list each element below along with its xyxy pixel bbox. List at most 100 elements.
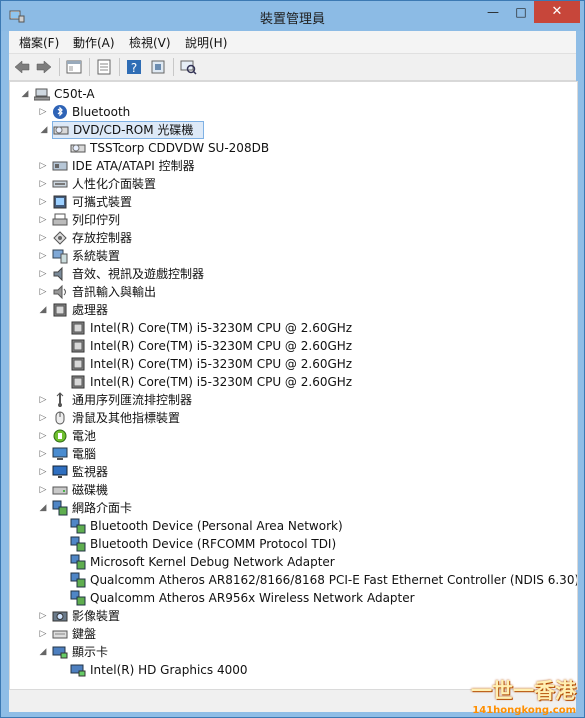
tree-device[interactable]: Intel(R) Core(TM) i5-3230M CPU @ 2.60GHz: [10, 355, 570, 373]
tree-category[interactable]: ▷ 磁碟機: [10, 481, 570, 499]
tree-item-label: 系統裝置: [72, 249, 121, 263]
tree-category[interactable]: ▷ 可攜式裝置: [10, 193, 570, 211]
tree-category[interactable]: ▷ 影像裝置: [10, 607, 570, 625]
tree-category[interactable]: ▷ 電池: [10, 427, 570, 445]
expand-arrow-icon[interactable]: ▷: [38, 481, 48, 499]
tree-item-label: TSSTcorp CDDVDW SU-208DB: [90, 141, 270, 155]
tree-item-label: Intel(R) HD Graphics 4000: [90, 663, 248, 677]
expand-arrow-icon[interactable]: ▷: [38, 445, 48, 463]
tree-item-label: Qualcomm Atheros AR8162/8166/8168 PCI-E …: [90, 573, 578, 587]
menu-bar: 檔案(F) 動作(A) 檢視(V) 說明(H): [9, 31, 576, 54]
tree-category[interactable]: ▷ 音訊輸入與輸出: [10, 283, 570, 301]
tree-device[interactable]: Microsoft Kernel Debug Network Adapter: [10, 553, 570, 571]
watermark-text: 一世一香港: [471, 679, 576, 703]
forward-arrow-icon[interactable]: [35, 58, 53, 76]
tree-device[interactable]: TSSTcorp CDDVDW SU-208DB: [10, 139, 570, 157]
printer-icon: [52, 213, 68, 226]
expand-arrow-icon[interactable]: ▷: [38, 193, 48, 211]
tree-device[interactable]: Qualcomm Atheros AR8162/8166/8168 PCI-E …: [10, 571, 577, 589]
tree-category[interactable]: ▷ 音效、視訊及遊戲控制器: [10, 265, 570, 283]
processor-icon: [53, 303, 67, 317]
tree-category[interactable]: ▷ 通用序列匯流排控制器: [10, 391, 570, 409]
expand-arrow-icon[interactable]: ▷: [38, 247, 48, 265]
console-tree-icon[interactable]: [65, 58, 83, 76]
tree-device[interactable]: Bluetooth Device (RFCOMM Protocol TDI): [10, 535, 570, 553]
minimize-button[interactable]: —: [479, 1, 507, 23]
expand-arrow-icon[interactable]: ▷: [38, 103, 48, 121]
tree-device[interactable]: Intel(R) Core(TM) i5-3230M CPU @ 2.60GHz: [10, 337, 570, 355]
menu-view[interactable]: 檢視(V): [129, 34, 171, 51]
collapse-arrow-icon[interactable]: ◢: [38, 499, 48, 517]
menu-help[interactable]: 說明(H): [185, 34, 227, 51]
expand-arrow-icon[interactable]: ▷: [38, 625, 48, 643]
tree-item-label: 磁碟機: [72, 483, 109, 497]
update-driver-icon[interactable]: [149, 58, 167, 76]
tree-item-label: 電腦: [72, 447, 97, 461]
collapse-arrow-icon[interactable]: ◢: [38, 643, 48, 661]
tree-item-label: 列印佇列: [72, 213, 121, 227]
tree-category[interactable]: ▷ 電腦: [10, 445, 570, 463]
tree-category[interactable]: ▷ 人性化介面裝置: [10, 175, 570, 193]
scan-hardware-icon[interactable]: [179, 58, 197, 76]
title-bar[interactable]: 裝置管理員 — □ ✕: [1, 1, 584, 31]
expand-arrow-icon[interactable]: ▷: [38, 409, 48, 427]
expand-arrow-icon[interactable]: ▷: [38, 175, 48, 193]
expand-arrow-icon[interactable]: ▷: [38, 607, 48, 625]
device-tree[interactable]: ◢ C50t-A ▷ Bluetooth ◢ DVD/CD-ROM 光碟機 TSSTco…: [9, 81, 578, 690]
menu-action[interactable]: 動作(A): [73, 34, 115, 51]
usb-icon: [56, 392, 64, 407]
expand-arrow-icon[interactable]: ▷: [38, 265, 48, 283]
expand-arrow-icon[interactable]: ▷: [38, 463, 48, 481]
computer-icon: [52, 447, 68, 460]
tree-device[interactable]: Intel(R) Core(TM) i5-3230M CPU @ 2.60GHz: [10, 319, 570, 337]
tree-category[interactable]: ◢ DVD/CD-ROM 光碟機: [41, 121, 204, 139]
network-adapter-icon: [52, 500, 68, 516]
collapse-arrow-icon[interactable]: ◢: [20, 85, 30, 103]
back-arrow-icon[interactable]: [13, 58, 31, 76]
network-adapter-icon: [70, 518, 86, 534]
tree-category[interactable]: ▷ 系統裝置: [10, 247, 570, 265]
tree-category[interactable]: ◢ 處理器: [10, 301, 570, 319]
tree-category[interactable]: ▷ 滑鼠及其他指標裝置: [10, 409, 570, 427]
network-adapter-icon: [70, 554, 86, 570]
close-button[interactable]: ✕: [534, 1, 580, 23]
maximize-button[interactable]: □: [507, 1, 535, 23]
properties-icon[interactable]: [95, 58, 113, 76]
tree-item-label: DVD/CD-ROM 光碟機: [73, 123, 194, 137]
toolbar: ?: [9, 54, 576, 81]
tree-item-label: Bluetooth: [72, 105, 131, 119]
tree-device[interactable]: Intel(R) Core(TM) i5-3230M CPU @ 2.60GHz: [10, 373, 570, 391]
expand-arrow-icon[interactable]: ▷: [38, 391, 48, 409]
tree-root[interactable]: ◢ C50t-A: [10, 85, 570, 103]
expand-arrow-icon[interactable]: ▷: [38, 157, 48, 175]
tree-category[interactable]: ▷ 監視器: [10, 463, 570, 481]
tree-item-label: 人性化介面裝置: [72, 177, 157, 191]
toolbar-separator: [59, 58, 60, 76]
collapse-arrow-icon[interactable]: ◢: [38, 301, 48, 319]
network-adapter-icon: [70, 572, 86, 588]
collapse-arrow-icon[interactable]: ◢: [39, 121, 49, 139]
menu-file[interactable]: 檔案(F): [19, 34, 59, 51]
tree-category[interactable]: ◢ 網路介面卡: [10, 499, 570, 517]
tree-item-label: 可攜式裝置: [72, 195, 133, 209]
audio-io-icon: [53, 284, 66, 300]
expand-arrow-icon[interactable]: ▷: [38, 229, 48, 247]
tree-category[interactable]: ◢ 顯示卡: [10, 643, 570, 661]
tree-category[interactable]: ▷ Bluetooth: [10, 103, 570, 121]
expand-arrow-icon[interactable]: ▷: [38, 427, 48, 445]
tree-item-label: 網路介面卡: [72, 501, 133, 515]
tree-device[interactable]: Bluetooth Device (Personal Area Network): [10, 517, 570, 535]
tree-category[interactable]: ▷ 列印佇列: [10, 211, 570, 229]
expand-arrow-icon[interactable]: ▷: [38, 211, 48, 229]
sound-icon: [53, 266, 63, 282]
tree-device[interactable]: Qualcomm Atheros AR956x Wireless Network…: [10, 589, 570, 607]
tree-category[interactable]: ▷ 鍵盤: [10, 625, 570, 643]
tree-item-label: 顯示卡: [72, 645, 109, 659]
tree-item-label: 電池: [72, 429, 97, 443]
expand-arrow-icon[interactable]: ▷: [38, 283, 48, 301]
tree-item-label: Intel(R) Core(TM) i5-3230M CPU @ 2.60GHz: [90, 339, 353, 353]
help-icon[interactable]: ?: [125, 58, 143, 76]
svg-text:?: ?: [131, 61, 137, 75]
tree-category[interactable]: ▷ 存放控制器: [10, 229, 570, 247]
tree-category[interactable]: ▷ IDE ATA/ATAPI 控制器: [10, 157, 570, 175]
